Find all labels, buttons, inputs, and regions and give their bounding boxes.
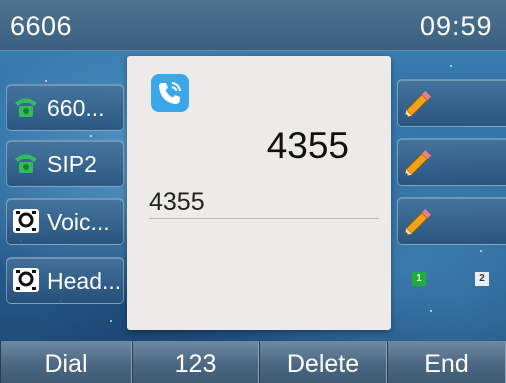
dss-key-2[interactable]	[397, 138, 506, 186]
call-icon	[151, 74, 189, 112]
end-button[interactable]: End	[387, 341, 506, 383]
input-underline	[149, 218, 379, 219]
line-key-label: 660...	[47, 95, 105, 121]
line-key-label: Head...	[47, 268, 122, 294]
dial-contact-name: 4355	[266, 125, 349, 166]
phone-screen: 6606 09:59 660... SIP2 Voic... Head... 1…	[0, 0, 506, 383]
voicemail-icon	[13, 209, 39, 233]
dial-button[interactable]: Dial	[0, 341, 132, 383]
line-key-account[interactable]: 660...	[6, 84, 124, 131]
page-indicator-1[interactable]: 1	[412, 272, 426, 286]
dial-dialog: 4355 4355	[127, 56, 391, 330]
dial-number-input[interactable]: 4355	[149, 188, 205, 217]
line-key-label: Voic...	[47, 209, 110, 235]
line-key-voicemail[interactable]: Voic...	[6, 198, 124, 245]
dss-key-3[interactable]	[397, 197, 506, 245]
line-key-headset[interactable]: Head...	[6, 257, 124, 304]
line-key-sip2[interactable]: SIP2	[6, 140, 124, 187]
delete-button[interactable]: Delete	[259, 341, 387, 383]
dss-key-1[interactable]	[397, 79, 506, 127]
pencil-icon	[404, 149, 432, 177]
input-mode-button[interactable]: 123	[132, 341, 259, 383]
line-key-label: SIP2	[47, 151, 97, 177]
status-bar: 6606 09:59	[0, 0, 506, 51]
page-indicator-2[interactable]: 2	[475, 272, 489, 286]
account-label: 6606	[10, 11, 73, 41]
clock: 09:59	[420, 11, 493, 41]
pencil-icon	[404, 208, 432, 236]
green-phone-icon	[15, 98, 37, 117]
headset-icon	[13, 268, 39, 292]
pencil-icon	[404, 90, 432, 118]
green-phone-icon	[15, 154, 37, 173]
